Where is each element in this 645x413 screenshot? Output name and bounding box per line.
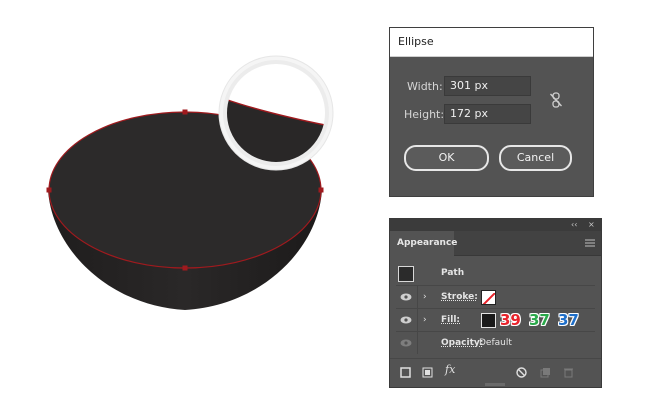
column-divider: [417, 332, 418, 354]
collapse-panel-icon[interactable]: ‹‹: [571, 219, 577, 231]
opacity-label[interactable]: Opacity:: [441, 332, 483, 354]
fill-rgb-red-value: 39: [500, 311, 521, 329]
height-label: Height:: [404, 108, 445, 121]
panel-tab-row: Appearance: [390, 231, 601, 256]
eye-icon[interactable]: [400, 316, 412, 324]
column-divider: [417, 286, 418, 308]
ellipse-dialog: Ellipse Width: 301 px Height: 172 px OK …: [389, 27, 594, 197]
panel-topbar: ‹‹ ×: [390, 219, 601, 231]
anchor-point-bottom[interactable]: [182, 265, 188, 271]
anchor-point-left[interactable]: [46, 187, 52, 193]
stroke-row[interactable]: › Stroke:: [390, 286, 601, 308]
opacity-value: Default: [479, 338, 512, 348]
fill-swatch[interactable]: [481, 313, 496, 328]
new-fill-icon[interactable]: [422, 367, 433, 378]
ok-button[interactable]: OK: [404, 145, 489, 171]
tab-appearance[interactable]: Appearance: [390, 231, 457, 256]
fill-rgb-blue-value: 37: [558, 311, 579, 329]
width-label: Width:: [407, 80, 443, 93]
path-thumbnail: [398, 266, 414, 282]
anchor-point-right[interactable]: [318, 187, 324, 193]
clear-appearance-icon[interactable]: [516, 367, 527, 378]
opacity-row[interactable]: Opacity: Default: [390, 332, 601, 354]
stroke-label[interactable]: Stroke:: [441, 286, 478, 308]
appearance-panel: ‹‹ × Appearance Path › Stroke: › Fill: 3…: [389, 218, 602, 388]
expand-chevron-icon[interactable]: ›: [423, 309, 427, 331]
eye-icon: [400, 339, 412, 347]
expand-chevron-icon[interactable]: ›: [423, 286, 427, 308]
cancel-button[interactable]: Cancel: [499, 145, 572, 171]
duplicate-item-icon: [540, 368, 550, 378]
fill-label[interactable]: Fill:: [441, 309, 460, 331]
fill-row[interactable]: › Fill: 39 37 37: [390, 309, 601, 331]
new-stroke-icon[interactable]: [400, 367, 411, 378]
delete-item-icon: [564, 368, 573, 378]
path-label: Path: [441, 268, 465, 278]
stroke-none-swatch[interactable]: [481, 290, 496, 305]
eye-icon[interactable]: [400, 293, 412, 301]
panel-resize-gripper[interactable]: [485, 383, 505, 386]
unlink-icon[interactable]: [549, 92, 563, 108]
panel-menu-icon[interactable]: [585, 239, 595, 247]
anchor-point-top[interactable]: [182, 109, 188, 115]
fx-icon[interactable]: fx: [445, 363, 455, 376]
fill-rgb-green-value: 37: [529, 311, 550, 329]
width-input[interactable]: 301 px: [444, 76, 531, 96]
dialog-title: Ellipse: [390, 28, 593, 57]
path-row[interactable]: Path: [390, 262, 601, 284]
no-color-slash-icon: [482, 292, 495, 304]
height-input[interactable]: 172 px: [444, 104, 531, 124]
panel-bottom-toolbar: fx: [390, 358, 601, 387]
column-divider: [417, 309, 418, 331]
close-panel-icon[interactable]: ×: [588, 219, 595, 231]
